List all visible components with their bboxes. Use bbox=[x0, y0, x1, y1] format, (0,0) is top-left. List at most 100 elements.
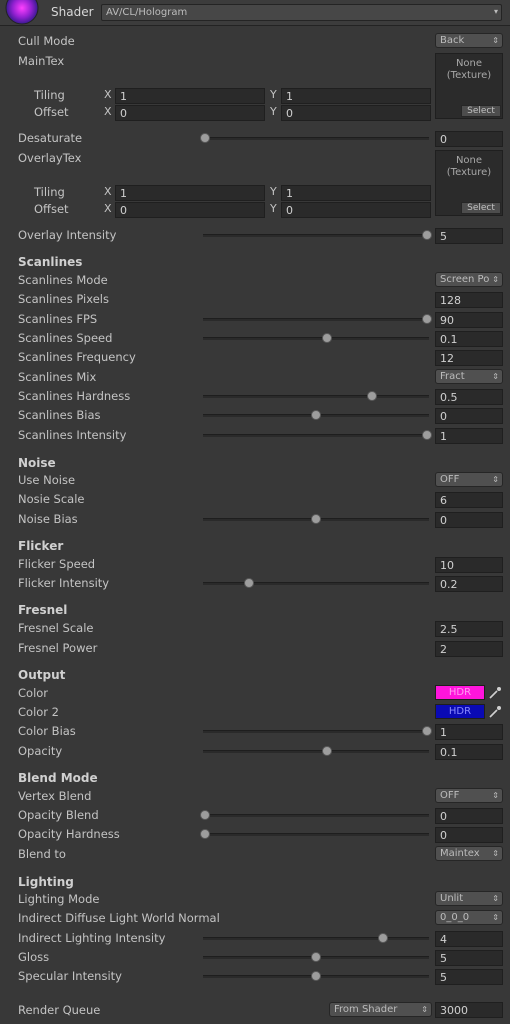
noise-bias-value[interactable]: 0 bbox=[435, 512, 503, 528]
scanlines-pixels-value[interactable]: 128 bbox=[435, 292, 503, 308]
specular-value[interactable]: 5 bbox=[435, 969, 503, 985]
scanlines-intensity-slider-thumb[interactable] bbox=[422, 430, 432, 440]
opacity-blend-slider-track[interactable] bbox=[203, 814, 429, 817]
indirect-intensity-value[interactable]: 4 bbox=[435, 931, 503, 947]
scanlines-intensity-label: Scanlines Intensity bbox=[18, 428, 127, 442]
flicker-intensity-slider-track[interactable] bbox=[203, 582, 429, 585]
desaturate-value[interactable]: 0 bbox=[435, 131, 503, 147]
use-noise-row: Use Noise OFF ⇕ bbox=[0, 472, 510, 490]
opacity-slider-thumb[interactable] bbox=[322, 746, 333, 756]
gloss-value[interactable]: 5 bbox=[435, 950, 503, 966]
opacity-label: Opacity bbox=[18, 744, 63, 758]
fresnel-power-label: Fresnel Power bbox=[18, 641, 98, 655]
opacity-blend-value[interactable]: 0 bbox=[435, 808, 503, 824]
overlay-intensity-value[interactable]: 5 bbox=[435, 228, 503, 244]
fresnel-scale-value[interactable]: 2.5 bbox=[435, 621, 503, 637]
main-tex-tiling-x[interactable]: 1 bbox=[115, 88, 265, 104]
scanlines-bias-value[interactable]: 0 bbox=[435, 408, 503, 424]
indirect-diffuse-dropdown[interactable]: 0_0_0 ⇕ bbox=[435, 910, 503, 925]
eyedropper-icon[interactable] bbox=[488, 705, 502, 719]
main-tex-offset-y[interactable]: 0 bbox=[281, 105, 431, 121]
flicker-speed-value[interactable]: 10 bbox=[435, 557, 503, 573]
scanlines-speed-slider-track[interactable] bbox=[203, 337, 429, 340]
main-tex-offset-row: Offset X 0 Y 0 bbox=[0, 104, 510, 122]
overlay-tex-offset-y[interactable]: 0 bbox=[281, 202, 431, 218]
scanlines-speed-slider-thumb[interactable] bbox=[322, 333, 333, 343]
scanlines-intensity-value[interactable]: 1 bbox=[435, 428, 503, 444]
use-noise-label: Use Noise bbox=[18, 473, 76, 487]
color-bias-label: Color Bias bbox=[18, 724, 76, 738]
color-bias-value[interactable]: 1 bbox=[435, 724, 503, 740]
noise-scale-value[interactable]: 6 bbox=[435, 492, 503, 508]
scanlines-hardness-slider-thumb[interactable] bbox=[366, 391, 377, 401]
color-bias-slider-thumb[interactable] bbox=[422, 726, 432, 736]
scanlines-bias-slider-thumb[interactable] bbox=[311, 410, 321, 420]
scanlines-mix-dropdown[interactable]: Fract ⇕ bbox=[435, 369, 503, 384]
indirect-intensity-slider-thumb[interactable] bbox=[377, 933, 388, 943]
opacity-hardness-slider-track[interactable] bbox=[203, 833, 429, 836]
indirect-intensity-slider-track[interactable] bbox=[203, 937, 429, 940]
overlay-tex-label: OverlayTex bbox=[18, 151, 82, 165]
opacity-row: Opacity 0.1 bbox=[0, 743, 510, 761]
fresnel-power-value[interactable]: 2 bbox=[435, 641, 503, 657]
color-label: Color bbox=[18, 686, 49, 700]
opacity-hardness-slider-thumb[interactable] bbox=[200, 829, 210, 839]
scanlines-speed-value[interactable]: 0.1 bbox=[435, 331, 503, 347]
color-bias-slider-track[interactable] bbox=[203, 730, 429, 733]
shader-dropdown[interactable]: AV/CL/Hologram ▾ bbox=[101, 4, 502, 21]
y-label: Y bbox=[270, 185, 277, 198]
overlay-intensity-slider-track[interactable] bbox=[203, 234, 429, 237]
updown-arrow-icon: ⇕ bbox=[492, 275, 499, 284]
vertex-blend-value: OFF bbox=[440, 790, 460, 801]
opacity-hardness-value[interactable]: 0 bbox=[435, 827, 503, 843]
vertex-blend-dropdown[interactable]: OFF ⇕ bbox=[435, 788, 503, 803]
scanlines-fps-slider-track[interactable] bbox=[203, 318, 429, 321]
main-tex-offset-x[interactable]: 0 bbox=[115, 105, 265, 121]
flicker-intensity-value[interactable]: 0.2 bbox=[435, 576, 503, 592]
specular-slider-thumb[interactable] bbox=[311, 971, 321, 981]
scanlines-hardness-value[interactable]: 0.5 bbox=[435, 389, 503, 405]
overlay-tex-offset-x[interactable]: 0 bbox=[115, 202, 265, 218]
flicker-intensity-slider-thumb[interactable] bbox=[244, 578, 255, 588]
opacity-value[interactable]: 0.1 bbox=[435, 744, 503, 760]
noise-scale-label: Nosie Scale bbox=[18, 492, 85, 506]
updown-arrow-icon: ⇕ bbox=[492, 791, 499, 800]
vertex-blend-label: Vertex Blend bbox=[18, 789, 92, 803]
vertex-blend-row: Vertex Blend OFF ⇕ bbox=[0, 788, 510, 806]
blend-to-dropdown[interactable]: Maintex ⇕ bbox=[435, 846, 503, 861]
color-bias-row: Color Bias 1 bbox=[0, 723, 510, 741]
specular-label: Specular Intensity bbox=[18, 969, 122, 983]
opacity-blend-slider-thumb[interactable] bbox=[200, 810, 210, 820]
noise-bias-label: Noise Bias bbox=[18, 512, 78, 526]
color-swatch[interactable]: HDR bbox=[435, 685, 485, 700]
lighting-mode-value: Unlit bbox=[440, 893, 464, 904]
overlay-tex-tiling-y[interactable]: 1 bbox=[281, 185, 431, 201]
noise-bias-slider-thumb[interactable] bbox=[311, 514, 321, 524]
main-tex-tiling-y[interactable]: 1 bbox=[281, 88, 431, 104]
overlay-intensity-slider-thumb[interactable] bbox=[422, 230, 432, 240]
scanlines-bias-row: Scanlines Bias 0 bbox=[0, 407, 510, 425]
use-noise-dropdown[interactable]: OFF ⇕ bbox=[435, 472, 503, 487]
lighting-mode-dropdown[interactable]: Unlit ⇕ bbox=[435, 891, 503, 906]
overlay-tex-tiling-x[interactable]: 1 bbox=[115, 185, 265, 201]
scanlines-fps-slider-thumb[interactable] bbox=[422, 314, 432, 324]
desaturate-slider-thumb[interactable] bbox=[200, 133, 210, 143]
desaturate-slider-track[interactable] bbox=[203, 137, 429, 140]
cull-mode-dropdown[interactable]: Back ⇕ bbox=[435, 33, 503, 48]
opacity-slider-track[interactable] bbox=[203, 750, 429, 753]
eyedropper-icon[interactable] bbox=[488, 686, 502, 700]
scanlines-fps-value[interactable]: 90 bbox=[435, 312, 503, 328]
scanlines-mode-dropdown[interactable]: Screen Po ⇕ bbox=[435, 272, 503, 287]
overlay-tex-none: None (Texture) bbox=[446, 155, 492, 178]
render-queue-dropdown[interactable]: From Shader ⇕ bbox=[329, 1002, 432, 1017]
opacity-blend-row: Opacity Blend 0 bbox=[0, 807, 510, 825]
gloss-slider-thumb[interactable] bbox=[311, 952, 321, 962]
render-queue-value[interactable]: 3000 bbox=[435, 1002, 503, 1018]
color2-swatch[interactable]: HDR bbox=[435, 704, 485, 719]
shader-dropdown-value: AV/CL/Hologram bbox=[106, 7, 188, 18]
scanlines-hardness-slider-track[interactable] bbox=[203, 395, 429, 398]
scanlines-frequency-value[interactable]: 12 bbox=[435, 350, 503, 366]
color2-label: Color 2 bbox=[18, 705, 59, 719]
indirect-diffuse-row: Indirect Diffuse Light World Normal 0_0_… bbox=[0, 910, 510, 928]
scanlines-intensity-slider-track[interactable] bbox=[203, 434, 429, 437]
